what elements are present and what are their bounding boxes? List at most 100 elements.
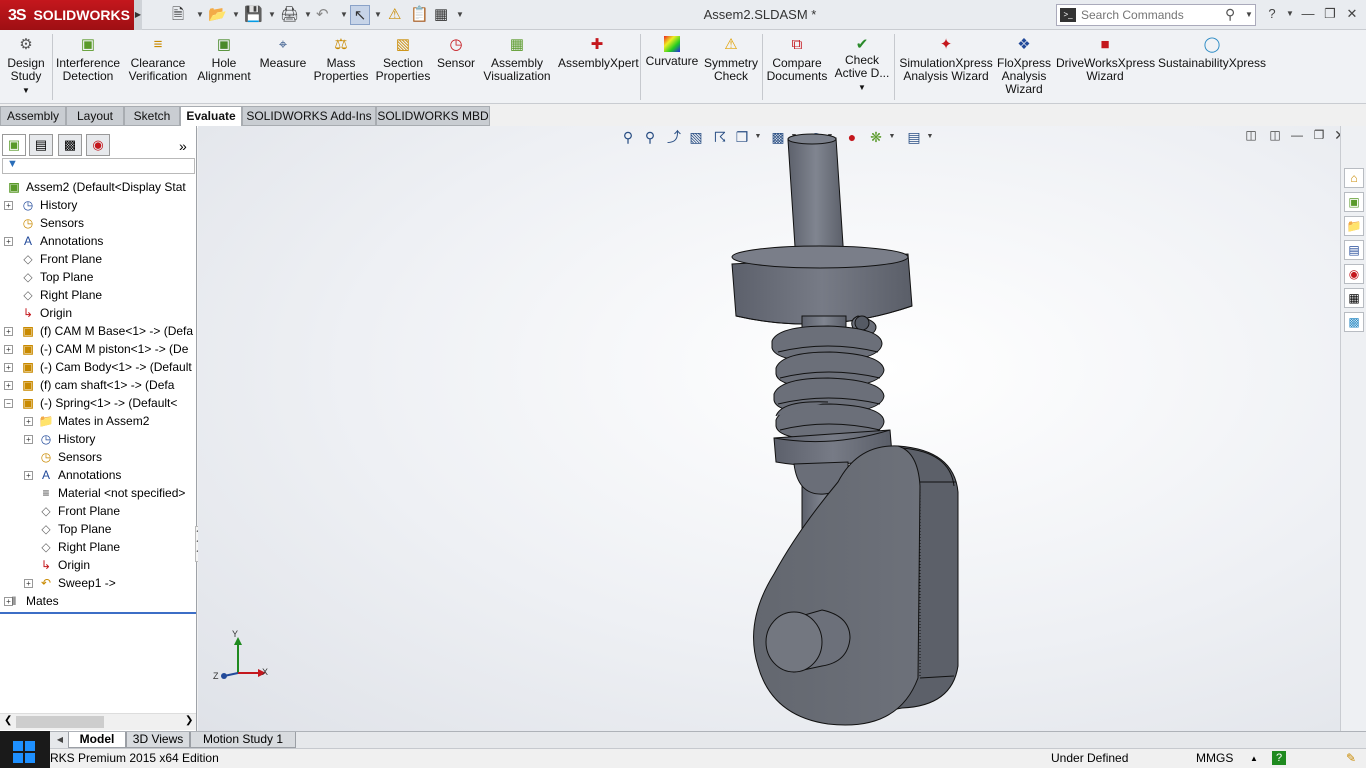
tab-evaluate[interactable]: Evaluate (180, 106, 242, 128)
expand-icon[interactable]: + (4, 327, 13, 336)
search-dropdown-icon[interactable]: ▼ (1245, 10, 1253, 19)
save-dropdown-icon[interactable]: ▼ (268, 5, 276, 25)
print-icon[interactable]: 🖨 (280, 5, 299, 25)
tree-item[interactable]: + ↶ Sweep1 -> (0, 574, 196, 592)
expand-icon[interactable]: + (24, 435, 33, 444)
interference-detection-button[interactable]: ▣ Interference Detection (56, 36, 120, 83)
tree-item[interactable]: + ▣ (-) CAM M piston<1> -> (De (0, 340, 196, 358)
undo-icon[interactable]: ↶ (316, 5, 329, 25)
new-dropdown-icon[interactable]: ▼ (196, 5, 204, 25)
select-arrow-icon[interactable]: ↖ (350, 5, 370, 25)
appearances-icon[interactable]: ◉ (1344, 264, 1364, 284)
tree-item[interactable]: + ▣ (-) Cam Body<1> -> (Default (0, 358, 196, 376)
tree-item[interactable]: ◇ Top Plane (0, 520, 196, 538)
section-properties-button[interactable]: ▧ Section Properties (374, 36, 432, 83)
tree-item[interactable]: ≡ Material <not specified> (0, 484, 196, 502)
file-explorer-icon[interactable]: 📁 (1344, 216, 1364, 236)
scroll-left-icon[interactable]: ❮ (4, 715, 12, 726)
options-icon[interactable]: ▦ (434, 5, 448, 25)
options-dropdown-icon[interactable]: ▼ (456, 5, 464, 25)
tree-item[interactable]: + ◷ History (0, 430, 196, 448)
tree-item[interactable]: + A Annotations (0, 232, 196, 250)
sustainabilityxpress-button[interactable]: ◯ SustainabilityXpress (1158, 36, 1266, 70)
symmetry-check-button[interactable]: ⚠ Symmetry Check (704, 36, 758, 83)
configuration-manager-tab-icon[interactable]: ▩ (58, 134, 82, 156)
tree-item[interactable]: + ▣ (f) CAM M Base<1> -> (Defa (0, 322, 196, 340)
new-document-icon[interactable]: 🗎 (172, 5, 184, 25)
expand-icon[interactable]: + (4, 237, 13, 246)
assemblyxpert-button[interactable]: ✚ AssemblyXpert (558, 36, 639, 70)
view-palette-icon[interactable]: ▤ (1344, 240, 1364, 260)
file-properties-icon[interactable]: 📋 (410, 5, 429, 25)
expand-icon[interactable]: + (4, 345, 13, 354)
check-active-document-button[interactable]: ✔ Check Active D... ▼ (834, 36, 890, 94)
tree-item[interactable]: ↳ Origin (0, 556, 196, 574)
check-active-dropdown-icon[interactable]: ▼ (858, 83, 866, 92)
restore-icon[interactable]: ❐ (1320, 5, 1340, 23)
design-study-button[interactable]: ⚙ Design Study ▼ (4, 36, 48, 97)
search-icon[interactable]: ⚲ (1225, 6, 1235, 23)
tab-layout[interactable]: Layout (66, 106, 124, 126)
search-commands-box[interactable]: >_ ⚲ ▼ (1056, 4, 1256, 26)
tree-item[interactable]: ◇ Front Plane (0, 250, 196, 268)
tree-item[interactable]: + ◷ History (0, 196, 196, 214)
minimize-icon[interactable]: — (1298, 5, 1318, 23)
cam-follower-model[interactable] (198, 126, 1340, 731)
expand-icon[interactable]: + (24, 579, 33, 588)
tab-assembly[interactable]: Assembly (0, 106, 66, 126)
tree-item[interactable]: + ‖ Mates (0, 592, 196, 610)
hole-alignment-button[interactable]: ▣ Hole Alignment (194, 36, 254, 83)
search-input[interactable] (1081, 7, 1221, 23)
horizontal-scrollbar[interactable]: ❮ ❯ (0, 713, 196, 730)
tree-item[interactable]: ◇ Right Plane (0, 538, 196, 556)
print-dropdown-icon[interactable]: ▼ (304, 5, 312, 25)
graphics-area[interactable]: ⚲ ⚲ ⤴ ▧ ☈ ❐ ▼ ▩ ▼ ◉ ▼ ● ❋ ▼ ▤ ▼ ◫ ◫ — ❐ … (198, 126, 1340, 731)
sensor-button[interactable]: ◷ Sensor (436, 36, 476, 70)
tab-addins[interactable]: SOLIDWORKS Add-Ins (242, 106, 376, 126)
solidworks-logo[interactable]: 3S SOLIDWORKS (0, 0, 134, 30)
windows-start-button[interactable] (0, 731, 50, 768)
unit-system[interactable]: MMGS (1196, 749, 1233, 768)
tree-item[interactable]: ◇ Right Plane (0, 286, 196, 304)
tree-item[interactable]: − ▣ (-) Spring<1> -> (Default< (0, 394, 196, 412)
rebuild-icon[interactable]: ⚠ (388, 5, 401, 25)
tab-3d-views[interactable]: 3D Views (126, 732, 190, 748)
tree-item[interactable]: ◷ Sensors (0, 448, 196, 466)
tab-mbd[interactable]: SOLIDWORKS MBD (376, 106, 490, 126)
expand-icon[interactable]: + (4, 363, 13, 372)
tree-item[interactable]: + 📁 Mates in Assem2 (0, 412, 196, 430)
tree-item[interactable]: + A Annotations (0, 466, 196, 484)
menu-expand-arrow[interactable]: ▶ (134, 0, 142, 30)
tree-item[interactable]: ◷ Sensors (0, 214, 196, 232)
tree-item[interactable]: + ▣ (f) cam shaft<1> -> (Defa (0, 376, 196, 394)
display-manager-tab-icon[interactable]: ◉ (86, 134, 110, 156)
quick-tips-icon[interactable]: ? (1272, 751, 1286, 765)
unit-dropdown-icon[interactable]: ▲ (1250, 749, 1258, 768)
close-icon[interactable]: ✕ (1342, 5, 1362, 23)
expand-icon[interactable]: + (4, 201, 13, 210)
assembly-visualization-button[interactable]: ▦ Assembly Visualization (482, 36, 552, 83)
solidworks-resources-icon[interactable]: ⌂ (1344, 168, 1364, 188)
scrollbar-thumb[interactable] (16, 716, 104, 728)
tree-item[interactable]: ◇ Front Plane (0, 502, 196, 520)
mass-properties-button[interactable]: ⚖ Mass Properties (312, 36, 370, 83)
feature-tree-tab-icon[interactable]: ▣ (2, 134, 26, 156)
design-study-dropdown-icon[interactable]: ▼ (22, 86, 30, 95)
help-dropdown-icon[interactable]: ▼ (1280, 5, 1300, 23)
tree-item[interactable]: ↳ Origin (0, 304, 196, 322)
driveworksxpress-button[interactable]: ■ DriveWorksXpress Wizard (1056, 36, 1155, 83)
tree-item[interactable]: ◇ Top Plane (0, 268, 196, 286)
expand-icon[interactable]: + (4, 381, 13, 390)
floxpress-button[interactable]: ❖ FloXpress Analysis Wizard (996, 36, 1052, 96)
save-icon[interactable]: 💾 (244, 5, 263, 25)
help-icon[interactable]: ? (1262, 5, 1282, 23)
undo-dropdown-icon[interactable]: ▼ (340, 5, 348, 25)
collapse-icon[interactable]: − (4, 399, 13, 408)
tab-model[interactable]: Model (68, 732, 126, 748)
simulationxpress-button[interactable]: ✦ SimulationXpress Analysis Wizard (898, 36, 994, 83)
expand-icon[interactable]: + (24, 417, 33, 426)
open-folder-icon[interactable]: 📂 (208, 5, 227, 25)
custom-properties-icon[interactable]: ▦ (1344, 288, 1364, 308)
property-manager-tab-icon[interactable]: ▤ (29, 134, 53, 156)
tab-motion-study[interactable]: Motion Study 1 (190, 732, 296, 748)
